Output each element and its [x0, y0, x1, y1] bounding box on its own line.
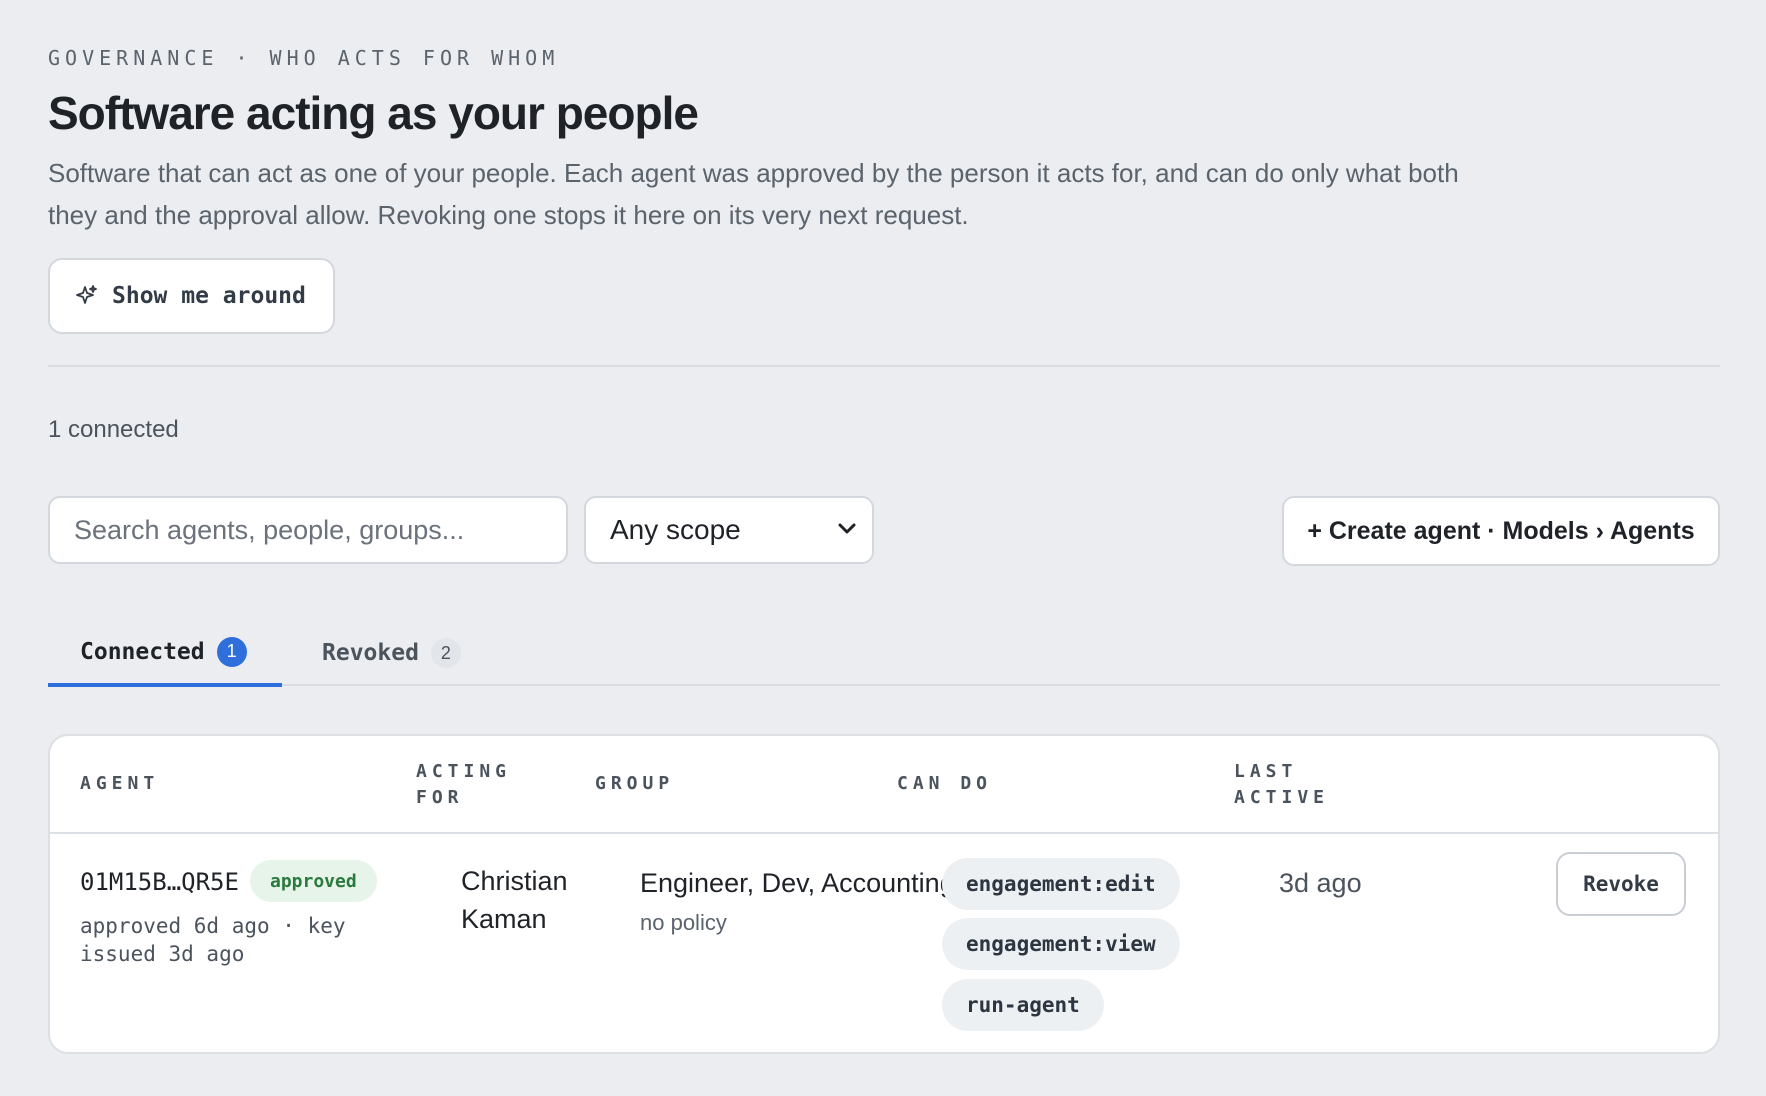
column-acting-for-line2: FOR: [416, 787, 464, 808]
column-last-active: LAST ACTIVE: [1234, 759, 1329, 811]
column-last-active-line2: ACTIVE: [1234, 787, 1330, 808]
sparkle-icon: [74, 283, 100, 309]
page-title: Software acting as your people: [48, 87, 699, 139]
column-group: GROUP: [595, 773, 675, 794]
agent-meta: approved 6d ago · key issued 3d ago: [80, 914, 346, 966]
table-header: AGENT ACTING FOR GROUP CAN DO LAST ACTIV…: [50, 736, 1718, 834]
chevron-down-icon: [836, 517, 858, 544]
acting-for-person: Christian Kaman: [461, 866, 568, 934]
scope-pill: run-agent: [942, 979, 1104, 1031]
column-acting-for-line1: ACTING: [416, 761, 512, 782]
page-eyebrow: GOVERNANCE · WHO ACTS FOR WHOM: [48, 46, 560, 70]
create-agent-button[interactable]: + Create agent · Models › Agents: [1282, 496, 1720, 566]
section-divider: [48, 365, 1720, 367]
agent-id: 01M15B…QR5E: [80, 868, 239, 896]
tab-revoked[interactable]: Revoked 2: [322, 620, 461, 686]
column-agent: AGENT: [80, 773, 160, 794]
column-last-active-line1: LAST: [1234, 761, 1298, 782]
scope-pill: engagement:edit: [942, 858, 1180, 910]
group-policy: no policy: [640, 910, 727, 935]
search-input[interactable]: [48, 496, 568, 564]
page-description: Software that can act as one of your peo…: [48, 158, 1459, 230]
connected-count: 1 connected: [48, 416, 179, 443]
tab-bar: Connected 1 Revoked 2: [48, 620, 1720, 687]
scope-pill: engagement:view: [942, 918, 1180, 970]
show-me-around-button[interactable]: Show me around: [48, 258, 335, 334]
group-names: Engineer, Dev, Accounting: [640, 868, 955, 898]
tab-connected-label: Connected: [80, 638, 205, 665]
scope-select-value: Any scope: [610, 514, 741, 545]
tab-connected[interactable]: Connected 1: [48, 620, 282, 687]
tab-revoked-label: Revoked: [322, 640, 419, 666]
show-me-around-label: Show me around: [112, 283, 306, 309]
tab-revoked-count: 2: [430, 638, 461, 668]
last-active: 3d ago: [1279, 868, 1362, 898]
revoke-button[interactable]: Revoke: [1556, 852, 1686, 916]
scope-select[interactable]: Any scope: [584, 496, 874, 564]
column-can-do: CAN DO: [897, 773, 993, 794]
tab-connected-count: 1: [216, 636, 247, 667]
column-acting-for: ACTING FOR: [416, 759, 511, 811]
status-badge: approved: [250, 860, 377, 902]
